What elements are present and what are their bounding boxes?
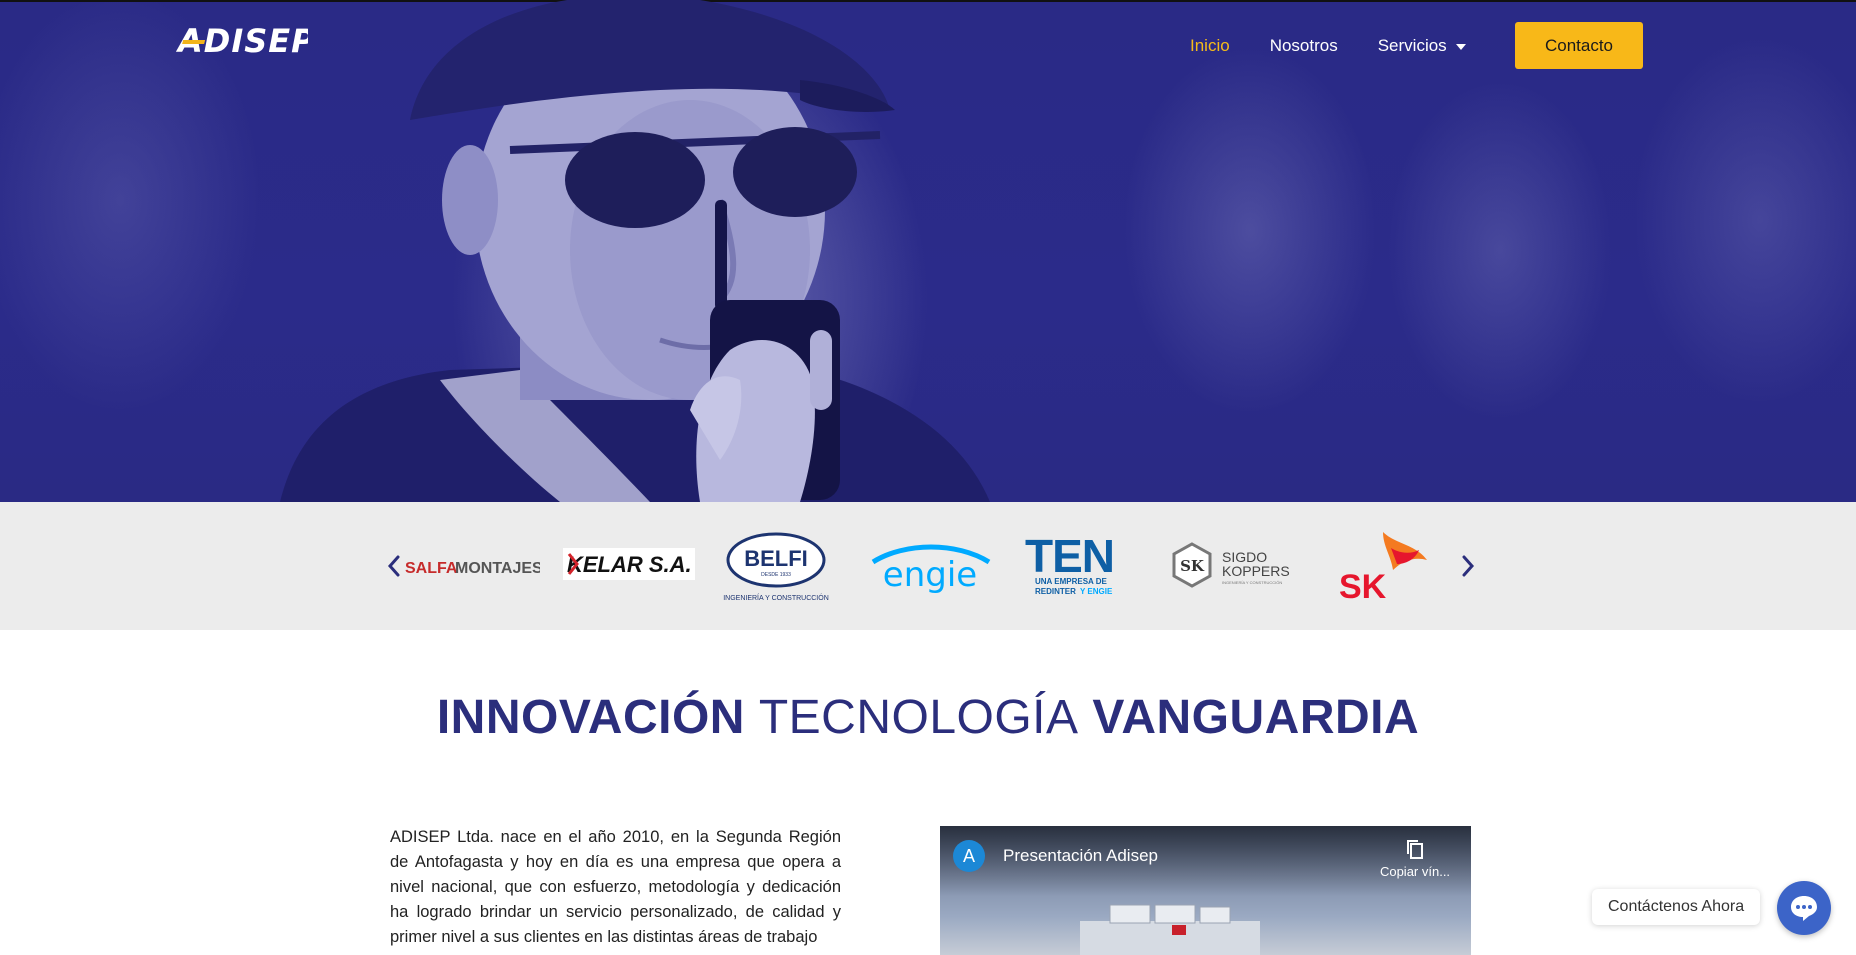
svg-text:INGENIERÍA Y CONSTRUCCIÓN: INGENIERÍA Y CONSTRUCCIÓN: [723, 593, 829, 602]
chevron-right-icon: [1462, 555, 1475, 577]
chat-button[interactable]: [1777, 881, 1831, 935]
channel-avatar[interactable]: A: [953, 840, 985, 872]
svg-text:SK: SK: [1339, 568, 1387, 604]
page: ADISEP Inicio Nosotros Servicios Contact…: [0, 0, 1856, 955]
video-title[interactable]: Presentación Adisep: [1003, 846, 1158, 866]
page-headline: INNOVACIÓN TECNOLOGÍA VANGUARDIA: [0, 690, 1856, 745]
copy-link-button[interactable]: Copiar vín...: [1370, 838, 1460, 879]
chevron-left-icon: [387, 555, 400, 577]
video-thumbnail-lighting-tower: [1080, 904, 1260, 955]
svg-text:INGENIERÍA Y CONSTRUCCIÓN: INGENIERÍA Y CONSTRUCCIÓN: [1222, 580, 1282, 585]
copy-link-label: Copiar vín...: [1379, 864, 1451, 879]
copy-icon: [1407, 840, 1423, 859]
hero-banner: ADISEP Inicio Nosotros Servicios Contact…: [0, 0, 1856, 502]
svg-text:SK: SK: [1180, 557, 1205, 575]
nav-item-servicios-label: Servicios: [1377, 36, 1447, 55]
nav-item-inicio-label: Inicio: [1190, 36, 1230, 55]
svg-text:MONTAJES: MONTAJES: [455, 560, 540, 577]
nav-item-nosotros-label: Nosotros: [1269, 36, 1338, 55]
adisep-logo[interactable]: ADISEP: [176, 22, 308, 58]
clients-carousel: SALFA MONTAJES KELAR S.A. BELFI DESDE 19…: [0, 502, 1856, 630]
svg-text:TEN: TEN: [1025, 532, 1114, 582]
carousel-next-button[interactable]: [1456, 550, 1480, 582]
company-intro-text: ADISEP Ltda. nace en el año 2010, en la …: [390, 828, 841, 946]
svg-text:BELFI: BELFI: [744, 546, 808, 571]
client-logo-engie[interactable]: engie: [865, 540, 995, 596]
carousel-prev-button[interactable]: [382, 550, 406, 582]
youtube-video-embed[interactable]: A Presentación Adisep Copiar vín...: [940, 826, 1471, 955]
client-logo-ten[interactable]: TEN UNA EMPRESA DE REDINTER Y ENGIE: [1025, 532, 1135, 602]
headline-word-vanguardia: VANGUARDIA: [1092, 691, 1420, 744]
svg-text:KOPPERS: KOPPERS: [1222, 563, 1290, 579]
chat-prompt-label[interactable]: Contáctenos Ahora: [1592, 889, 1761, 925]
caret-down-icon: [1455, 44, 1466, 50]
client-logo-sk[interactable]: SK: [1335, 524, 1435, 604]
svg-text:Y ENGIE: Y ENGIE: [1080, 587, 1113, 596]
headline-word-innovacion: INNOVACIÓN: [436, 691, 745, 744]
adisep-logo-mark: ADISEP: [176, 22, 308, 58]
client-logo-belfi[interactable]: BELFI DESDE 1933 INGENIERÍA Y CONSTRUCCI…: [718, 532, 834, 604]
svg-text:SALFA: SALFA: [405, 560, 458, 577]
main-nav: Inicio Nosotros Servicios: [1190, 22, 1506, 70]
contact-button[interactable]: Contacto: [1515, 22, 1643, 69]
headline-word-tecnologia: TECNOLOGÍA: [758, 691, 1079, 744]
client-logo-salfamontajes[interactable]: SALFA MONTAJES: [405, 552, 540, 582]
svg-text:DESDE 1933: DESDE 1933: [761, 572, 791, 578]
nav-item-nosotros[interactable]: Nosotros: [1270, 36, 1338, 56]
chat-bubble-icon: [1791, 896, 1817, 921]
svg-text:UNA EMPRESA DE: UNA EMPRESA DE: [1035, 577, 1108, 586]
client-logo-kelar[interactable]: KELAR S.A.: [563, 546, 695, 582]
svg-text:REDINTER: REDINTER: [1035, 587, 1076, 596]
svg-text:engie: engie: [883, 555, 977, 595]
client-logos-track: SALFA MONTAJES KELAR S.A. BELFI DESDE 19…: [405, 502, 1445, 630]
nav-item-servicios[interactable]: Servicios: [1378, 36, 1466, 56]
svg-text:KELAR S.A.: KELAR S.A.: [567, 552, 692, 577]
client-logo-sigdo-koppers[interactable]: SK SIGDO KOPPERS INGENIERÍA Y CONSTRUCCI…: [1170, 542, 1300, 592]
nav-item-inicio[interactable]: Inicio: [1190, 36, 1230, 56]
hero-security-guard-image: [280, 0, 990, 502]
